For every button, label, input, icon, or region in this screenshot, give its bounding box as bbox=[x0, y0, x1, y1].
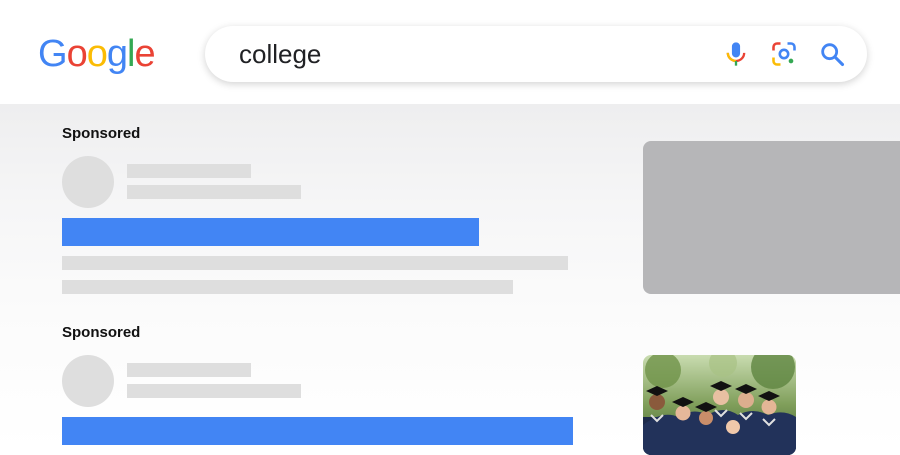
advertiser-name-placeholder bbox=[127, 164, 251, 178]
search-icon[interactable] bbox=[818, 40, 846, 68]
graduates-photo[interactable] bbox=[643, 355, 796, 455]
advertiser-url-placeholder bbox=[127, 384, 301, 398]
logo-letter-e: e bbox=[134, 33, 155, 75]
ad-title-link[interactable] bbox=[62, 417, 573, 445]
google-logo[interactable]: Google bbox=[38, 32, 156, 76]
logo-letter-o1: o bbox=[66, 33, 88, 75]
advertiser-avatar bbox=[62, 355, 114, 407]
logo-letter-o2: o bbox=[86, 33, 108, 75]
ad-title-link[interactable] bbox=[62, 218, 479, 246]
logo-letter-l: l bbox=[126, 33, 136, 75]
advertiser-avatar bbox=[62, 156, 114, 208]
ad-description-line bbox=[62, 280, 513, 294]
top-bar: Google college bbox=[0, 0, 900, 104]
search-input[interactable]: college bbox=[239, 38, 321, 70]
logo-letter-g1: G bbox=[38, 33, 68, 75]
ad-image-placeholder[interactable] bbox=[643, 141, 900, 294]
google-lens-icon[interactable] bbox=[770, 40, 798, 68]
ad-description-line bbox=[62, 256, 568, 270]
mic-icon[interactable] bbox=[722, 40, 750, 68]
sponsored-label: Sponsored bbox=[62, 324, 141, 341]
advertiser-name-placeholder bbox=[127, 363, 251, 377]
logo-letter-g2: g bbox=[106, 33, 128, 75]
advertiser-url-placeholder bbox=[127, 185, 301, 199]
sponsored-label: Sponsored bbox=[62, 125, 141, 142]
search-box[interactable]: college bbox=[205, 26, 867, 82]
